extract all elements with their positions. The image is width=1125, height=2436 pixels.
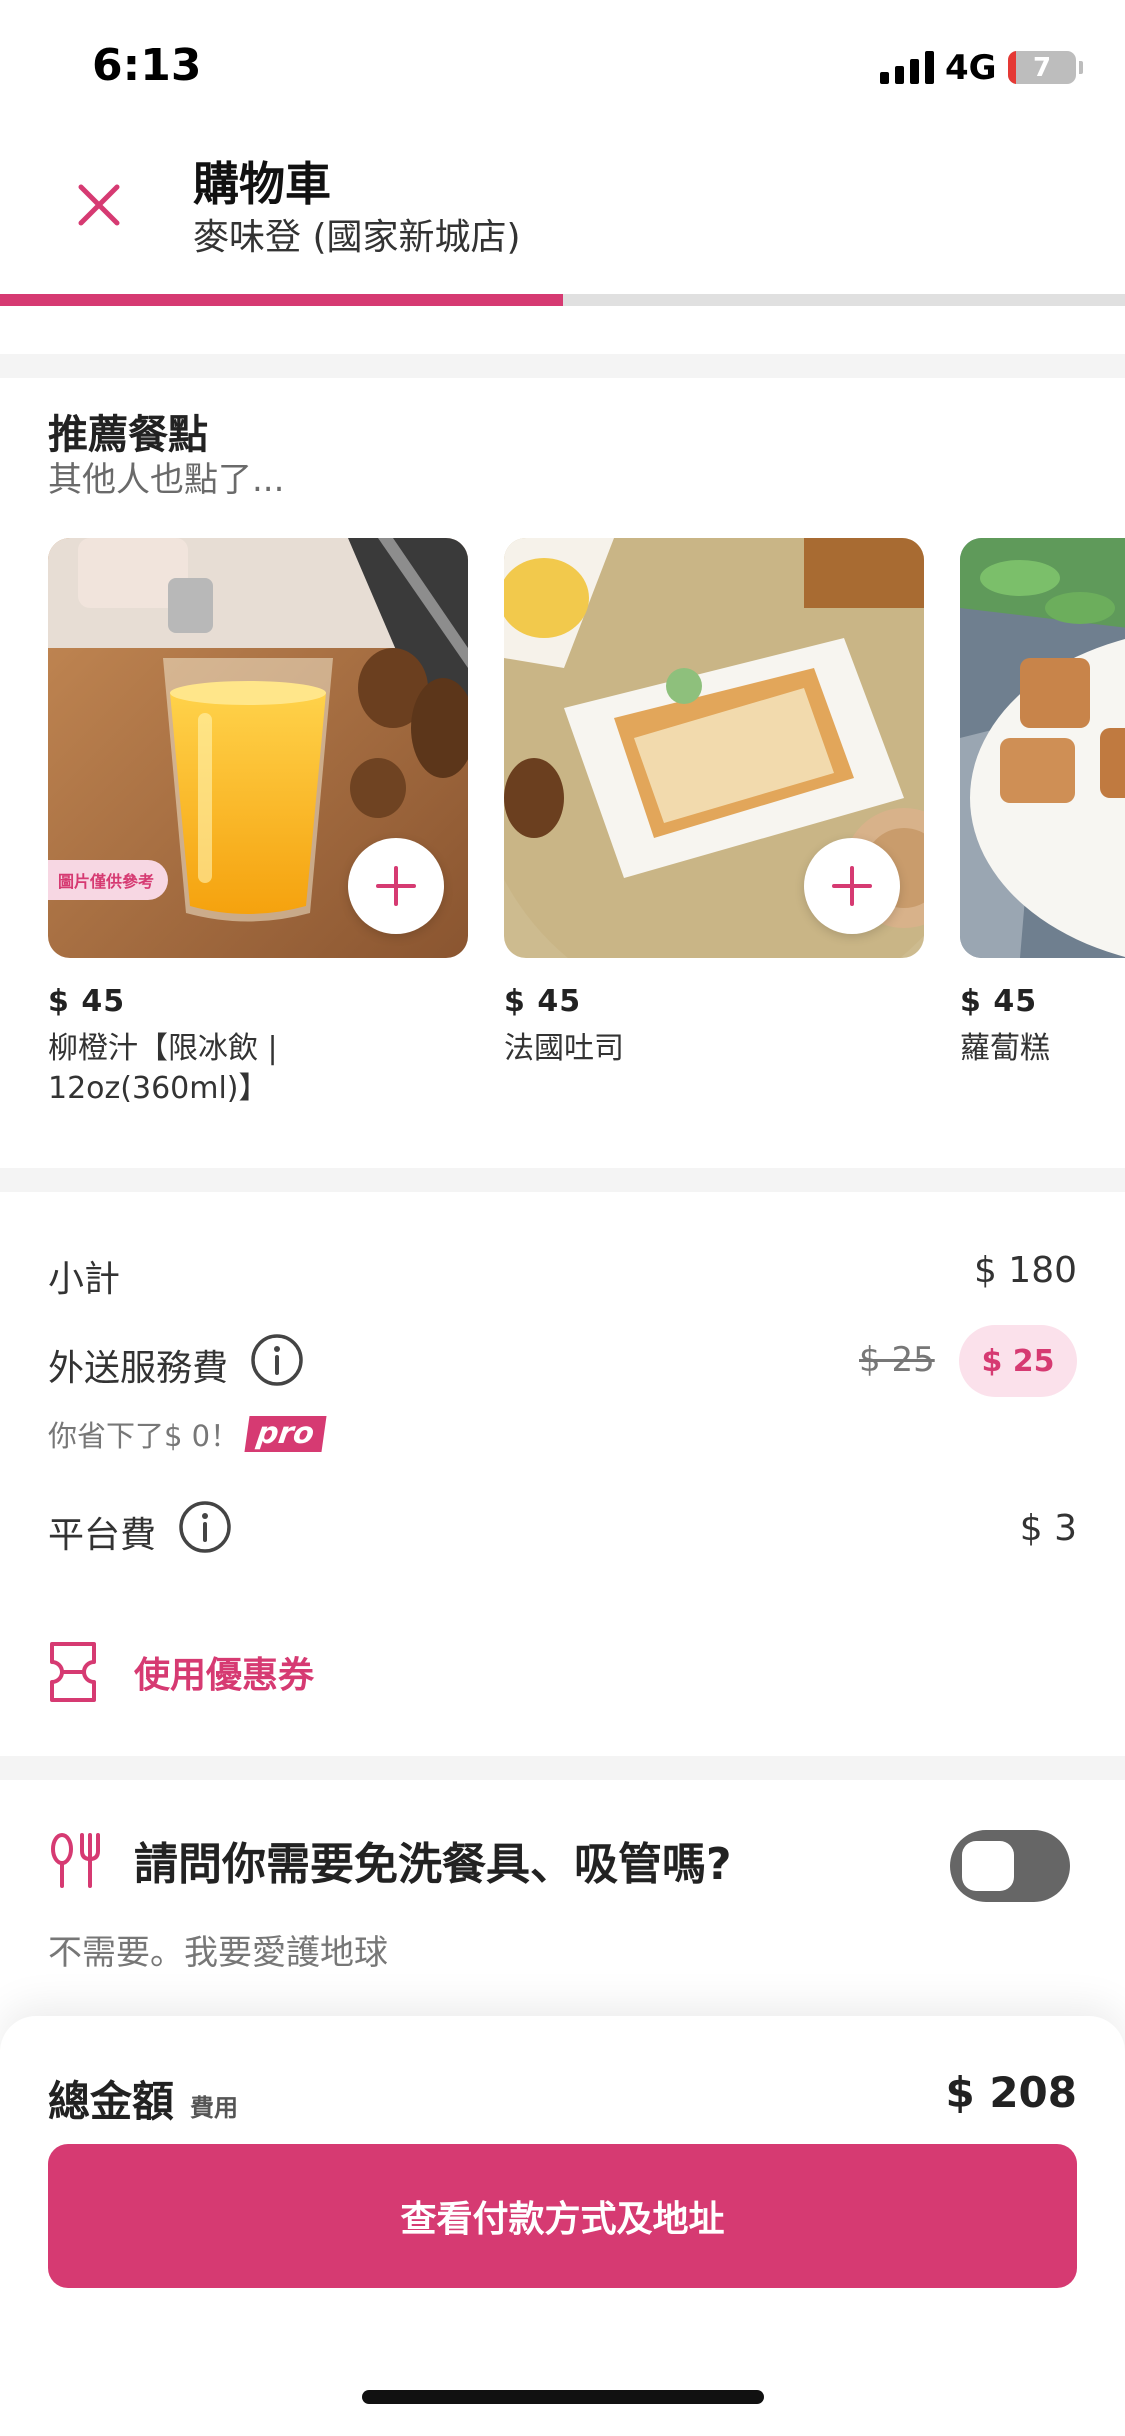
battery-icon: 7 <box>1008 51 1076 84</box>
checkout-sheet: 總金額 費用 $ 208 查看付款方式及地址 <box>0 2016 1125 2436</box>
image-reference-tag: 圖片僅供參考 <box>48 860 169 900</box>
subtotal-value: $ 180 <box>973 1250 1077 1291</box>
subtotal-label: 小計 <box>48 1250 120 1302</box>
home-indicator[interactable] <box>362 2390 764 2404</box>
delivery-fee-info-button[interactable] <box>250 1333 304 1396</box>
total-text: 總金額 <box>48 2077 175 2126</box>
close-button[interactable] <box>56 162 142 248</box>
cutlery-toggle[interactable] <box>950 1830 1070 1902</box>
savings-text: 你省下了$ 0！ <box>48 1419 240 1453</box>
delivery-fee-original: $ 25 <box>859 1340 935 1380</box>
radish-cake-image[interactable] <box>960 538 1125 958</box>
use-voucher-button[interactable]: 使用優惠券 <box>48 1640 314 1704</box>
plus-icon <box>832 866 872 906</box>
recommended-item-radish-cake[interactable]: $ 45 蘿蔔糕 <box>960 538 1125 1069</box>
delivery-fee-label: 外送服務費 <box>48 1333 304 1396</box>
toggle-knob <box>962 1841 1014 1891</box>
battery-tip <box>1079 61 1083 74</box>
platform-fee-value: $ 3 <box>1019 1508 1077 1549</box>
platform-fee-label: 平台費 <box>48 1500 232 1563</box>
item-price: $ 45 <box>504 984 582 1019</box>
page-title: 購物車 <box>193 157 331 211</box>
item-name: 柳橙汁【限冰飲 | 12oz(360ml)】 <box>48 1031 278 1106</box>
signal-icon <box>880 50 934 84</box>
section-divider <box>0 1168 1125 1192</box>
recommended-item-french-toast[interactable]: $ 45 法國吐司 <box>504 538 924 1069</box>
savings-note: 你省下了$ 0！ pro <box>48 1413 327 1455</box>
info-icon <box>179 1501 231 1553</box>
network-label: 4G <box>945 48 997 88</box>
cutlery-icon <box>51 1833 100 1888</box>
restaurant-name: 麥味登 (國家新城店) <box>193 217 521 258</box>
item-price: $ 45 <box>960 984 1038 1019</box>
cutlery-question-row: 請問你需要免洗餐具、吸管嗎? <box>48 1828 732 1892</box>
french-toast-image[interactable] <box>504 538 924 958</box>
total-value: $ 208 <box>945 2068 1077 2117</box>
section-divider <box>0 354 1125 378</box>
radish-cake-photo <box>960 538 1125 958</box>
section-divider <box>0 1756 1125 1780</box>
cutlery-subtext: 不需要。我要愛護地球 <box>48 1933 388 1973</box>
add-orange-juice-button[interactable] <box>348 838 444 934</box>
status-time: 6:13 <box>92 40 202 91</box>
recommended-subtitle: 其他人也點了... <box>48 460 285 500</box>
voucher-icon <box>50 1642 96 1702</box>
view-payment-button[interactable]: 查看付款方式及地址 <box>48 2144 1077 2288</box>
total-note: 費用 <box>190 2094 239 2122</box>
cart-header: 購物車 麥味登 (國家新城店) <box>0 140 1125 295</box>
total-label: 總金額 費用 <box>48 2068 238 2129</box>
delivery-fee-value: $ 25 <box>959 1325 1077 1397</box>
info-icon <box>251 1334 303 1386</box>
pro-badge: pro <box>244 1416 327 1452</box>
item-price: $ 45 <box>48 984 126 1019</box>
delivery-fee-text: 外送服務費 <box>48 1347 229 1389</box>
item-name: 蘿蔔糕 <box>960 1031 1050 1066</box>
subtotal-text: 小計 <box>48 1259 121 1300</box>
recommended-list[interactable]: 圖片僅供參考 $ 45 柳橙汁【限冰飲 | 12oz(360ml)】 $ 45 … <box>48 538 1125 1118</box>
orange-juice-image[interactable]: 圖片僅供參考 <box>48 538 468 958</box>
cutlery-question: 請問你需要免洗餐具、吸管嗎? <box>134 1839 732 1890</box>
item-name: 法國吐司 <box>504 1031 624 1066</box>
add-french-toast-button[interactable] <box>804 838 900 934</box>
platform-fee-text: 平台費 <box>48 1514 157 1556</box>
recommended-item-orange-juice[interactable]: 圖片僅供參考 $ 45 柳橙汁【限冰飲 | 12oz(360ml)】 <box>48 538 468 1109</box>
close-icon <box>78 184 120 226</box>
progress-bar <box>0 294 1125 306</box>
progress-fill <box>0 294 563 306</box>
voucher-label: 使用優惠券 <box>134 1655 315 1696</box>
battery-level: 7 <box>1032 52 1052 83</box>
platform-fee-info-button[interactable] <box>178 1500 232 1563</box>
status-bar: 6:13 4G 7 <box>0 0 1125 140</box>
plus-icon <box>376 866 416 906</box>
